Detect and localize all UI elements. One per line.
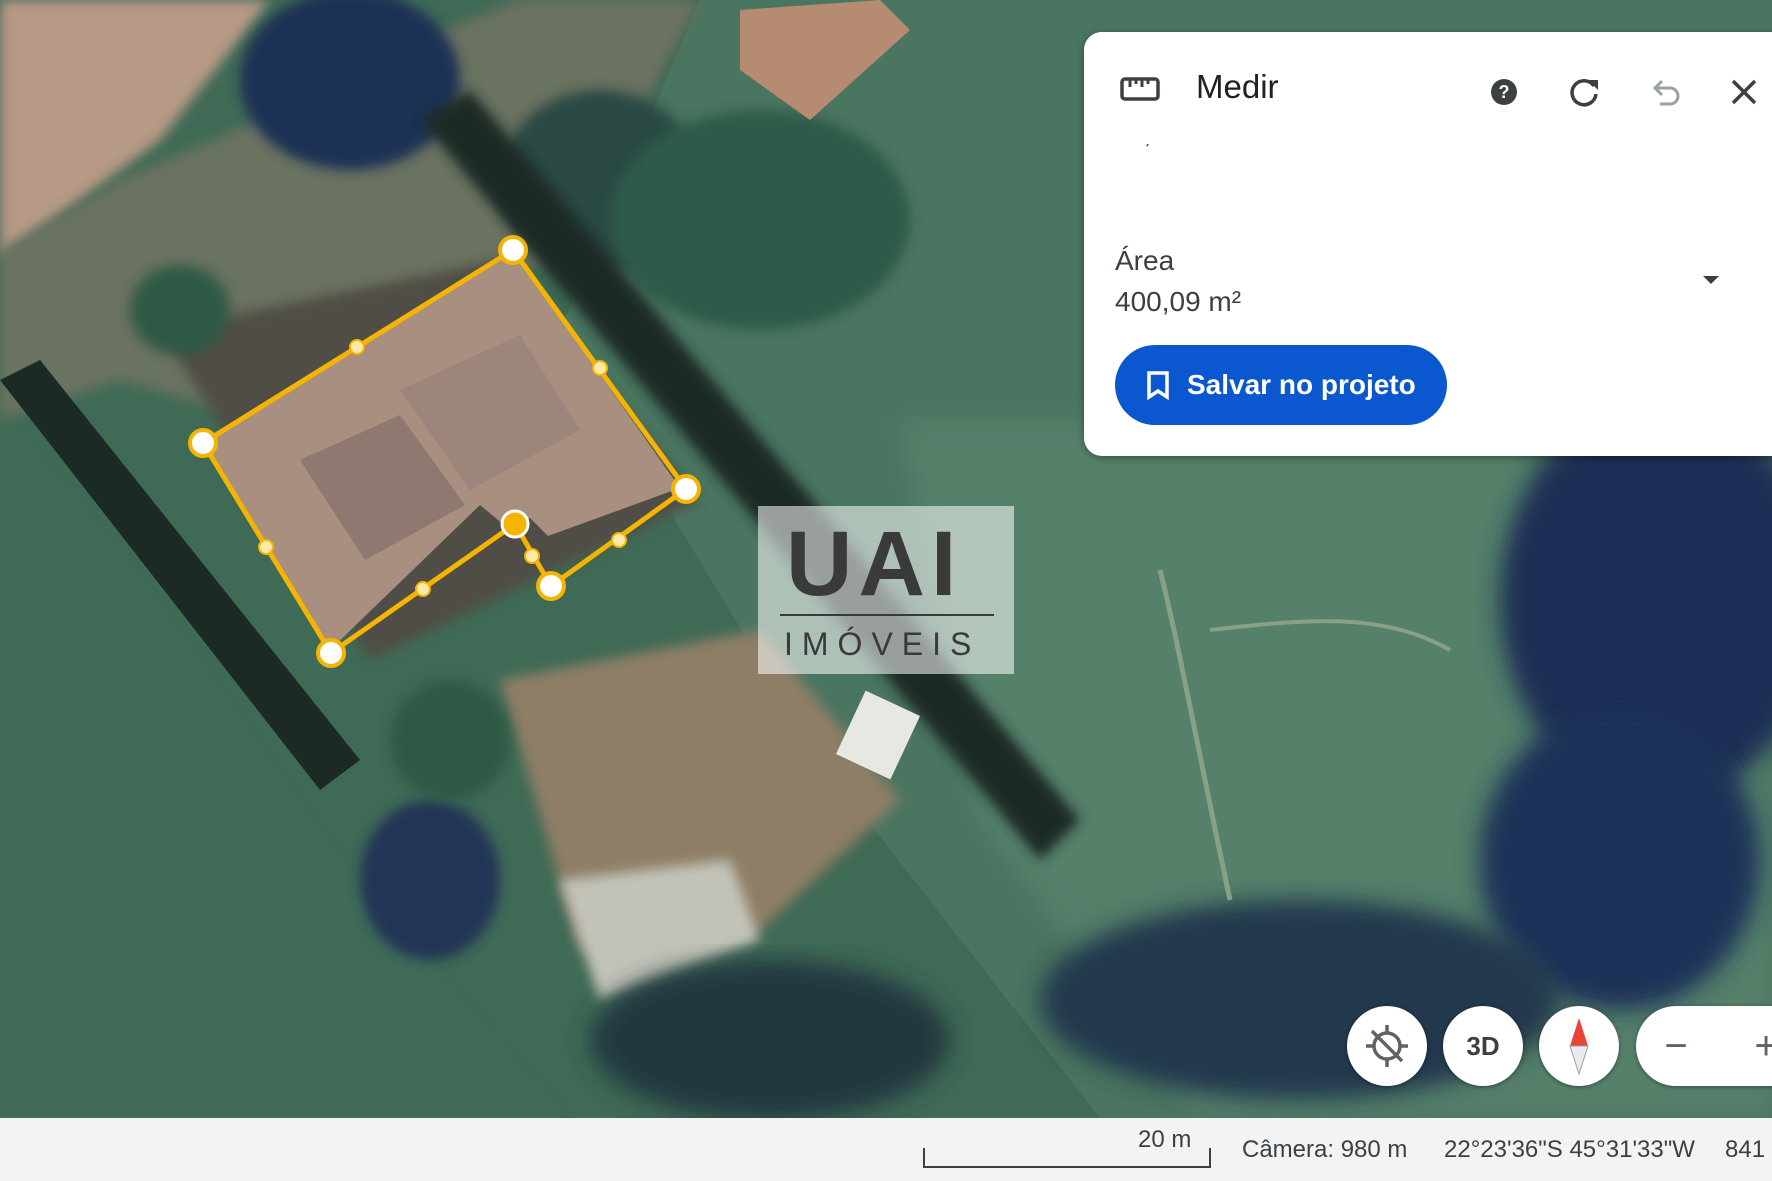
undo-button[interactable] xyxy=(1644,72,1684,112)
zoom-control: − + xyxy=(1636,1006,1772,1086)
watermark-logo: UAI IMÓVEIS xyxy=(758,506,1014,674)
ruler-icon xyxy=(1120,77,1160,101)
refresh-icon xyxy=(1570,78,1598,107)
zoom-in-button[interactable]: + xyxy=(1726,1006,1772,1086)
svg-text:?: ? xyxy=(1499,82,1510,102)
scale-bar xyxy=(923,1148,1211,1168)
save-to-project-button[interactable]: Salvar no projeto xyxy=(1115,345,1447,425)
zoom-out-button[interactable]: − xyxy=(1636,1006,1716,1086)
coordinates: 22°23'36"S 45°31'33"W xyxy=(1444,1136,1695,1163)
location-button[interactable] xyxy=(1347,1006,1427,1086)
compass-button[interactable] xyxy=(1539,1006,1619,1086)
help-button[interactable]: ? xyxy=(1484,72,1524,112)
watermark-divider xyxy=(780,614,994,616)
undo-icon xyxy=(1652,79,1680,106)
save-button-label: Salvar no projeto xyxy=(1187,369,1416,400)
panel-title: Medir xyxy=(1196,68,1279,105)
measure-panel: 80,28 m Medir ? xyxy=(1084,32,1772,456)
area-value: 400,09 m² xyxy=(1115,286,1242,317)
3d-toggle-button[interactable]: 3D xyxy=(1443,1006,1523,1086)
location-off-icon xyxy=(1366,1025,1408,1067)
status-bar: 20 m Câmera: 980 m 22°23'36"S 45°31'33"W… xyxy=(0,1118,1772,1181)
chevron-down-icon[interactable] xyxy=(1696,270,1726,290)
bookmark-icon xyxy=(1147,371,1169,400)
reset-button[interactable] xyxy=(1564,72,1604,112)
area-label: Área xyxy=(1115,245,1175,276)
compass-icon xyxy=(1569,1018,1589,1076)
3d-label: 3D xyxy=(1466,1030,1500,1061)
camera-altitude: Câmera: 980 m xyxy=(1242,1136,1408,1163)
help-icon: ? xyxy=(1491,79,1517,105)
close-icon xyxy=(1731,79,1757,105)
close-button[interactable] xyxy=(1724,72,1764,112)
panel-header: Medir ? xyxy=(1084,32,1772,144)
watermark-subtitle: IMÓVEIS xyxy=(784,626,981,662)
elevation: 841 xyxy=(1725,1136,1766,1163)
watermark-brand: UAI xyxy=(786,513,963,615)
